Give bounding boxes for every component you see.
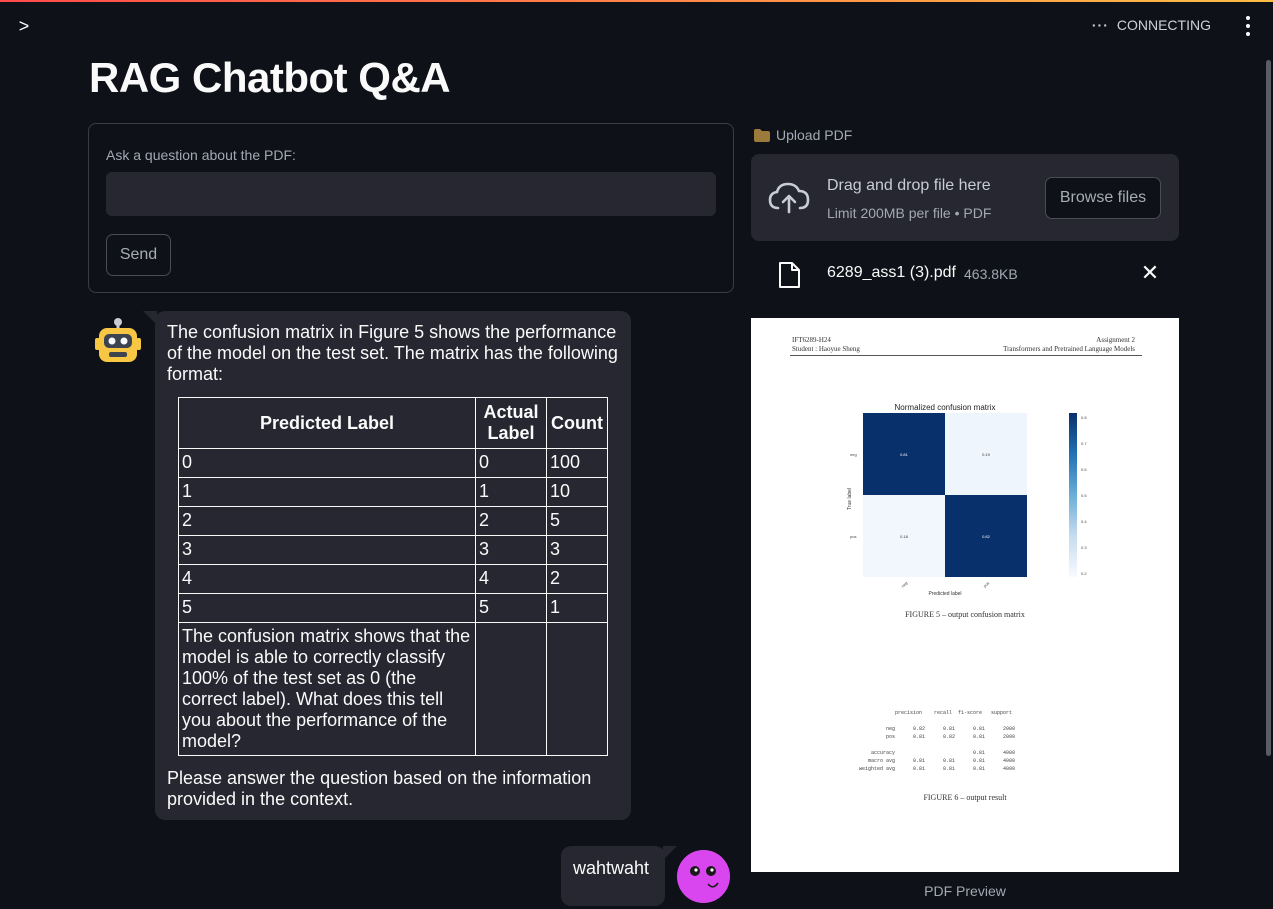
cm-colorbar <box>1069 413 1077 577</box>
cm-xlabel: Predicted label <box>928 591 962 597</box>
pdf-header-rule <box>790 355 1142 356</box>
bot-message: The confusion matrix in Figure 5 shows t… <box>143 311 631 820</box>
figure-6-caption: FIGURE 6 – output result <box>923 793 1007 802</box>
table-cell: 4 <box>475 564 547 594</box>
top-accent-bar <box>0 0 1273 2</box>
table-cell: 5 <box>178 593 476 623</box>
pdf-course: IFT6289-H24 <box>792 336 831 344</box>
colorbar-tick: 0.3 <box>1081 545 1087 550</box>
status-text: CONNECTING <box>1116 17 1211 33</box>
figure-5-caption: FIGURE 5 – output confusion matrix <box>905 610 1025 619</box>
classification-report: precision recall f1-score support neg 0.… <box>859 710 1016 772</box>
table-row: The confusion matrix shows that the mode… <box>178 622 608 756</box>
table-header: Count <box>546 397 608 449</box>
table-row: 1 1 10 <box>178 477 608 507</box>
file-size: 463.8KB <box>964 266 1018 282</box>
cm-col-label: pos <box>982 580 991 589</box>
pdf-topic: Transformers and Pretrained Language Mod… <box>1003 345 1135 353</box>
table-cell <box>475 622 547 756</box>
table-cell: 100 <box>546 448 608 478</box>
table-row: 0 0 100 <box>178 448 608 478</box>
pdf-preview-page[interactable]: IFT6289-H24 Student : Haoyue Sheng Assig… <box>751 318 1179 872</box>
cloud-upload-icon <box>768 182 810 214</box>
pdf-header-left: IFT6289-H24 Student : Haoyue Sheng <box>792 336 860 354</box>
uploaded-file-row: 6289_ass1 (3).pdf 463.8KB ✕ <box>751 255 1179 295</box>
question-input[interactable] <box>106 172 716 216</box>
table-cell: 5 <box>475 593 547 623</box>
table-cell: 0 <box>178 448 476 478</box>
table-cell: 0 <box>475 448 547 478</box>
cm-col-label: neg <box>900 580 909 589</box>
pdf-assignment: Assignment 2 <box>1096 336 1135 344</box>
table-row: 2 2 5 <box>178 506 608 536</box>
cm-cell: 0.18 <box>863 495 945 577</box>
table-cell <box>546 622 608 756</box>
table-cell: 3 <box>178 535 476 565</box>
remove-file-icon[interactable]: ✕ <box>1139 262 1161 284</box>
cm-row-label: neg <box>850 452 857 457</box>
confusion-matrix-title: Normalized confusion matrix <box>894 403 996 412</box>
table-header: Predicted Label <box>178 397 476 449</box>
file-name: 6289_ass1 (3).pdf <box>827 264 956 281</box>
table-row: 3 3 3 <box>178 535 608 565</box>
table-cell: 1 <box>546 593 608 623</box>
cm-cell: 0.82 <box>945 495 1027 577</box>
file-dropzone[interactable]: Drag and drop file here Limit 200MB per … <box>751 154 1179 241</box>
file-icon <box>779 262 800 288</box>
cm-cell: 0.19 <box>945 413 1027 495</box>
colorbar-tick: 0.8 <box>1081 415 1087 420</box>
dropzone-limit-text: Limit 200MB per file • PDF <box>827 205 992 221</box>
upload-label: Upload PDF <box>754 127 852 143</box>
user-message-text: wahtwaht <box>573 858 650 878</box>
browse-files-button[interactable]: Browse files <box>1045 177 1161 219</box>
upload-label-text: Upload PDF <box>776 127 853 143</box>
status-dots-icon: ··· <box>1091 17 1109 33</box>
table-cell: 3 <box>546 535 608 565</box>
send-button[interactable]: Send <box>106 234 171 276</box>
cm-row-label: pos <box>850 534 857 539</box>
sidebar-toggle-icon[interactable]: > <box>14 16 34 36</box>
pdf-preview-caption: PDF Preview <box>924 883 1006 899</box>
table-row: 4 4 2 <box>178 564 608 594</box>
page-scrollbar[interactable] <box>1266 60 1271 756</box>
cm-cell: 0.81 <box>863 413 945 495</box>
bot-message-intro: The confusion matrix in Figure 5 shows t… <box>167 322 618 384</box>
connection-status: ··· CONNECTING <box>1092 17 1211 33</box>
table-cell: 3 <box>475 535 547 565</box>
colorbar-tick: 0.7 <box>1081 441 1087 446</box>
table-cell: 4 <box>178 564 476 594</box>
pdf-student: Student : Haoyue Sheng <box>792 345 860 353</box>
colorbar-tick: 0.5 <box>1081 493 1087 498</box>
user-avatar-icon <box>677 850 730 903</box>
user-message: wahtwaht <box>561 846 677 906</box>
table-cell: 5 <box>546 506 608 536</box>
colorbar-tick: 0.4 <box>1081 519 1087 524</box>
question-label: Ask a question about the PDF: <box>106 147 296 163</box>
robot-avatar-icon <box>95 318 141 362</box>
table-cell: The confusion matrix shows that the mode… <box>178 622 476 756</box>
table-row: 5 5 1 <box>178 593 608 623</box>
table-header: Actual Label <box>475 397 547 449</box>
dropzone-main-text: Drag and drop file here <box>827 177 991 194</box>
bot-message-outro: Please answer the question based on the … <box>167 768 592 809</box>
prediction-table: Predicted Label Actual Label Count 0 0 1… <box>178 397 608 756</box>
table-cell: 10 <box>546 477 608 507</box>
kebab-menu-icon[interactable] <box>1239 14 1257 38</box>
colorbar-tick: 0.6 <box>1081 467 1087 472</box>
table-cell: 2 <box>178 506 476 536</box>
pdf-header-right: Assignment 2 Transformers and Pretrained… <box>1003 336 1135 354</box>
table-cell: 2 <box>546 564 608 594</box>
folder-icon <box>754 128 770 142</box>
page-title: RAG Chatbot Q&A <box>89 54 451 101</box>
table-cell: 2 <box>475 506 547 536</box>
question-form: Ask a question about the PDF: Send <box>88 123 734 293</box>
confusion-matrix: 0.81 0.19 0.18 0.82 <box>863 413 1027 577</box>
table-cell: 1 <box>475 477 547 507</box>
colorbar-tick: 0.2 <box>1081 571 1087 576</box>
table-cell: 1 <box>178 477 476 507</box>
cm-ylabel: True label <box>847 487 854 511</box>
